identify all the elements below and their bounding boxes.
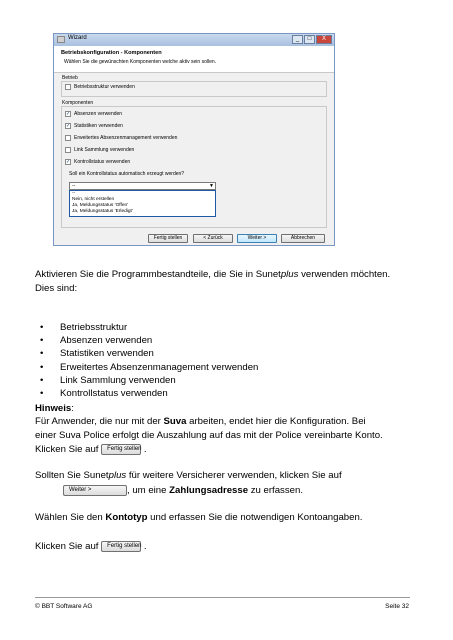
hinweis-line-1: Für Anwender, die nur mit der Suva arbei… xyxy=(35,415,366,429)
weitere-line-2: Weiter >, um eine Zahlungsadresse zu erf… xyxy=(35,484,303,498)
window-icon xyxy=(57,36,65,43)
footer-page-number: Seite 32 xyxy=(385,603,409,610)
kontrollstatus-dropdown: -- Nein, nicht erstellen Ja, Meldungssta… xyxy=(69,190,216,217)
statistiken-checkbox[interactable]: ✓ xyxy=(65,123,71,129)
kontrollstatus-checkbox[interactable]: ✓ xyxy=(65,159,71,165)
hinweis-colon: : xyxy=(71,403,74,414)
cancel-button[interactable]: Abbrechen xyxy=(281,234,325,243)
component-list: Betriebsstruktur Absenzen verwenden Stat… xyxy=(35,321,258,400)
next-button[interactable]: Weiter > xyxy=(237,234,277,243)
dropdown-option[interactable]: Ja, Meldungsstatus 'Erledigt' xyxy=(72,209,133,214)
absenzenmanagement-label: Erweitertes Absenzenmanagement verwenden xyxy=(74,135,178,141)
list-item: Betriebsstruktur xyxy=(35,321,258,334)
hinweis-heading: Hinweis: xyxy=(35,402,74,416)
inline-next-button: Weiter > xyxy=(63,484,127,496)
betriebsstruktur-checkbox[interactable] xyxy=(65,84,71,90)
finish-button[interactable]: Fertig stellen xyxy=(148,234,188,243)
close-button[interactable]: X xyxy=(316,35,332,44)
hinweis-line-2: einer Suva Police erfolgt die Auszahlung… xyxy=(35,430,383,441)
checkbox-row-statistiken[interactable]: ✓ Statistiken verwenden xyxy=(65,123,123,129)
window-title: Wizard xyxy=(68,35,87,41)
weitere-line-1: Sollten Sie Sunetplus für weitere Versic… xyxy=(35,469,342,483)
question-text: Soll ein Kontrollstatus automatisch erze… xyxy=(69,171,185,177)
plus-italic: plus xyxy=(108,470,127,481)
chevron-down-icon[interactable]: ▼ xyxy=(209,183,214,189)
betriebsstruktur-label: Betriebsstruktur verwenden xyxy=(74,84,135,90)
list-item: Kontrollstatus verwenden xyxy=(35,387,258,400)
wizard-header-title: Betriebskonfiguration - Komponenten xyxy=(61,50,162,56)
inline-finish-button: Fertig stellen xyxy=(101,443,142,455)
back-button[interactable]: < Zurück xyxy=(193,234,233,243)
list-item: Statistiken verwenden xyxy=(35,347,258,360)
statistiken-label: Statistiken verwenden xyxy=(74,123,123,129)
wizard-header: Betriebskonfiguration - Komponenten Wähl… xyxy=(54,46,334,73)
text: . xyxy=(143,444,147,455)
intro-text-end: verwenden möchten. xyxy=(298,269,391,280)
kontotyp-line: Wählen Sie den Kontotyp und erfassen Sie… xyxy=(35,511,362,525)
maximize-button[interactable]: □ xyxy=(304,35,315,44)
dropdown-option[interactable]: -- xyxy=(72,191,75,196)
combo-value: -- xyxy=(72,183,76,189)
suva-bold: Suva xyxy=(163,416,187,427)
absenzen-label: Absenzen verwenden xyxy=(74,111,123,117)
text: Klicken Sie auf xyxy=(35,541,99,552)
minimize-button[interactable]: _ xyxy=(292,35,303,44)
plus-italic: plus xyxy=(280,269,299,280)
kontotyp-bold: Kontotyp xyxy=(105,512,148,523)
hinweis-label: Hinweis xyxy=(35,403,72,414)
list-item: Link Sammlung verwenden xyxy=(35,374,258,387)
wizard-header-subtitle: Wählen Sie die gewünschten Komponenten w… xyxy=(64,59,217,65)
checkbox-row-kontrollstatus[interactable]: ✓ Kontrollstatus verwenden xyxy=(65,159,130,165)
text: und erfassen Sie die notwendigen Kontoan… xyxy=(147,512,363,523)
footer-divider xyxy=(35,597,410,598)
absenzen-checkbox[interactable]: ✓ xyxy=(65,111,71,117)
inline-finish-button: Fertig stellen xyxy=(101,540,142,552)
text: Sollten Sie Sunet xyxy=(35,470,109,481)
text: Klicken Sie auf xyxy=(35,444,99,455)
footer-copyright: © BBT Software AG xyxy=(35,603,93,610)
list-item: Absenzen verwenden xyxy=(35,334,258,347)
title-bar: Wizard _ □ X xyxy=(54,34,334,46)
link-sammlung-label: Link Sammlung verwenden xyxy=(74,147,135,153)
zahlungsadresse-bold: Zahlungsadresse xyxy=(169,485,249,496)
hinweis-line-3: Klicken Sie auf Fertig stellen . xyxy=(35,443,146,457)
text: Wählen Sie den xyxy=(35,512,106,523)
wizard-window: Wizard _ □ X Betriebskonfiguration - Kom… xyxy=(53,33,335,246)
link-sammlung-checkbox[interactable] xyxy=(65,147,71,153)
intro-paragraph-line-1: Aktivieren Sie die Programmbestandteile,… xyxy=(35,268,390,282)
intro-paragraph-line-2: Dies sind: xyxy=(35,283,78,294)
text: , um eine xyxy=(127,485,170,496)
text: Für Anwender, die nur mit der xyxy=(35,416,164,427)
text: . xyxy=(143,541,147,552)
checkbox-row-absenzenmanagement[interactable]: Erweitertes Absenzenmanagement verwenden xyxy=(65,135,177,141)
kontrollstatus-label: Kontrollstatus verwenden xyxy=(74,159,131,165)
checkbox-row-link-sammlung[interactable]: Link Sammlung verwenden xyxy=(65,147,134,153)
text: zu erfassen. xyxy=(248,485,303,496)
checkbox-row-absenzen[interactable]: ✓ Absenzen verwenden xyxy=(65,111,122,117)
dropdown-option[interactable]: Ja, Meldungsstatus 'Offen' xyxy=(72,203,128,208)
absenzenmanagement-checkbox[interactable] xyxy=(65,135,71,141)
klicken-line: Klicken Sie auf Fertig stellen . xyxy=(35,540,146,554)
list-item: Erweitertes Absenzenmanagement verwenden xyxy=(35,361,258,374)
kontrollstatus-combobox[interactable]: -- ▼ xyxy=(69,182,216,190)
kontrollstatus-question: Soll ein Kontrollstatus automatisch erze… xyxy=(69,171,184,177)
intro-text: Aktivieren Sie die Programmbestandteile,… xyxy=(35,269,281,280)
text: arbeiten, endet hier die Konfiguration. … xyxy=(186,416,366,427)
text: für weitere Versicherer verwenden, klick… xyxy=(126,470,342,481)
dropdown-option[interactable]: Nein, nicht erstellen xyxy=(72,197,114,202)
checkbox-row-betriebsstruktur[interactable]: Betriebsstruktur verwenden xyxy=(65,84,135,90)
